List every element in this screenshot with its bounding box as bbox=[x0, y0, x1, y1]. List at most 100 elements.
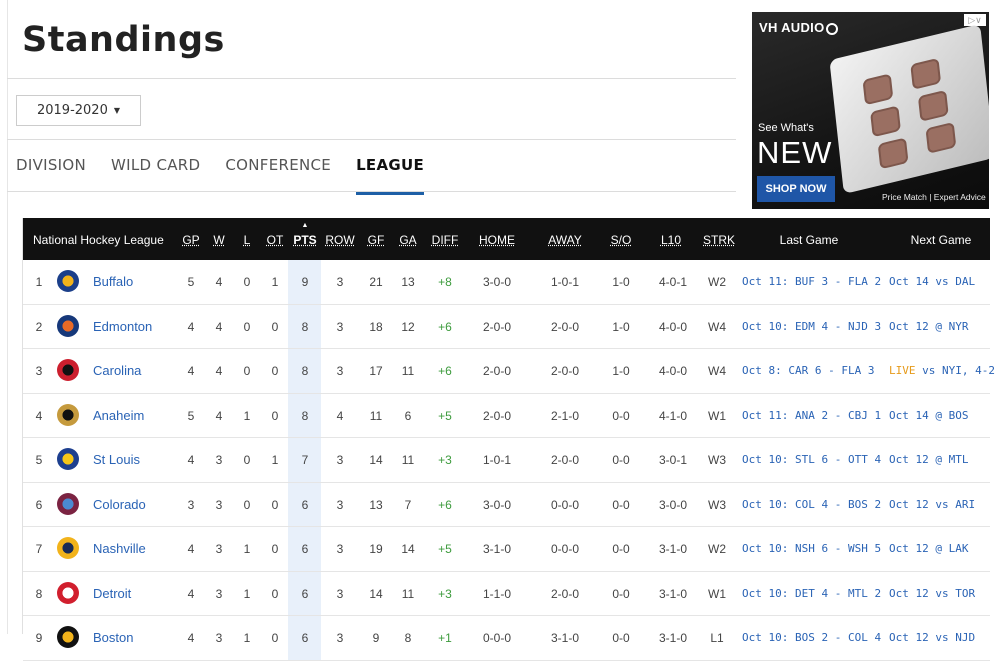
cell-l10: 4-1-0 bbox=[659, 408, 688, 423]
header-strk[interactable]: STRK bbox=[703, 233, 735, 247]
cell-pts: 6 bbox=[301, 586, 309, 601]
cell-row: 3 bbox=[336, 586, 344, 601]
table-row[interactable]: 5 St Louis 4 3 0 1 7 3 14 11 +3 1-0-1 2-0-0 0-0 3-0-1 W… bbox=[23, 438, 990, 483]
next-game-link[interactable]: Oct 12 vs TOR bbox=[889, 587, 975, 600]
next-game-link[interactable]: Oct 12 vs NJD bbox=[889, 631, 975, 644]
cell-w: 3 bbox=[215, 453, 223, 467]
header-gp[interactable]: GP bbox=[181, 233, 201, 247]
next-game-link[interactable]: Oct 14 vs DAL bbox=[889, 275, 975, 288]
table-row[interactable]: 8 Detroit 4 3 1 0 6 3 14 11 +3 1-1-0 2-0-0 0-0 3-1-0 W1… bbox=[23, 571, 990, 616]
cell-l10: 3-1-0 bbox=[659, 586, 688, 601]
header-so[interactable]: S/O bbox=[609, 233, 633, 247]
cell-ga: 6 bbox=[404, 408, 412, 423]
cell-diff: +5 bbox=[438, 408, 452, 423]
header-ot[interactable]: OT bbox=[265, 233, 285, 247]
cell-l10: 3-0-0 bbox=[659, 497, 688, 512]
shop-now-button[interactable]: SHOP NOW bbox=[757, 176, 835, 202]
cell-ot: 1 bbox=[271, 275, 279, 289]
cell-row: 3 bbox=[336, 497, 344, 512]
cell-l10: 4-0-0 bbox=[659, 364, 688, 378]
last-game-link[interactable]: Oct 10: STL 6 - OTT 4 bbox=[742, 453, 881, 466]
last-game-link[interactable]: Oct 10: BOS 2 - COL 4 bbox=[742, 631, 881, 644]
cell-so: 0-0 bbox=[612, 497, 630, 512]
header-l10[interactable]: L10 bbox=[659, 233, 683, 247]
cell-w: 3 bbox=[215, 497, 223, 512]
team-logo-icon bbox=[57, 492, 79, 515]
header-gf[interactable]: GF bbox=[366, 233, 386, 247]
table-row[interactable]: 2 Edmonton 4 4 0 0 8 3 18 12 +6 2-0-0 2-0-0 1-0 4-0-0 W… bbox=[23, 304, 990, 349]
header-ga[interactable]: GA bbox=[398, 233, 418, 247]
header-w[interactable]: W bbox=[211, 233, 227, 247]
cell-gp: 3 bbox=[187, 497, 195, 512]
ad-brand: VH AUDIO bbox=[759, 20, 839, 35]
header-row[interactable]: ROW bbox=[325, 233, 355, 247]
cell-ga: 11 bbox=[401, 586, 415, 601]
team-link[interactable]: St Louis bbox=[93, 452, 140, 467]
cell-ga: 8 bbox=[404, 631, 412, 645]
last-game-link[interactable]: Oct 8: CAR 6 - FLA 3 bbox=[742, 364, 874, 377]
cell-home: 1-0-1 bbox=[482, 453, 511, 467]
cell-so: 0-0 bbox=[612, 408, 630, 423]
cell-pts: 8 bbox=[301, 364, 309, 378]
cell-row: 3 bbox=[336, 275, 344, 289]
last-game-link[interactable]: Oct 11: ANA 2 - CBJ 1 bbox=[742, 409, 881, 422]
team-link[interactable]: Detroit bbox=[93, 586, 131, 601]
last-game-link[interactable]: Oct 10: COL 4 - BOS 2 bbox=[742, 498, 881, 511]
team-link[interactable]: Carolina bbox=[93, 363, 141, 378]
team-link[interactable]: Edmonton bbox=[93, 319, 152, 334]
table-row[interactable]: 4 Anaheim 5 4 1 0 8 4 11 6 +5 2-0-0 2-1-0 0-0 4-1-0 W1 O… bbox=[23, 393, 990, 438]
cell-l10: 3-1-0 bbox=[659, 542, 688, 556]
season-dropdown[interactable]: 2019-2020 ▼ bbox=[16, 95, 141, 126]
cell-diff: +6 bbox=[438, 364, 452, 378]
header-pts[interactable]: ▲ PTS bbox=[291, 222, 319, 247]
tab-wild-card[interactable]: WILD CARD bbox=[111, 150, 200, 192]
cell-so: 0-0 bbox=[612, 631, 630, 645]
page-title: Standings bbox=[22, 20, 225, 60]
table-row[interactable]: 9 Boston 4 3 1 0 6 3 9 8 +1 0-0-0 3-1-0 0-0 3-1-0 L1 Oct… bbox=[23, 616, 990, 661]
table-row[interactable]: 1 Buffalo 5 4 0 1 9 3 21 13 +8 3-0-0 1-0-1 1-0 4-0-1 W2… bbox=[23, 260, 990, 305]
last-game-link[interactable]: Oct 10: NSH 6 - WSH 5 bbox=[742, 542, 881, 555]
cell-diff: +1 bbox=[438, 631, 452, 645]
next-game-link[interactable]: Oct 12 @ NYR bbox=[889, 320, 968, 333]
team-link[interactable]: Buffalo bbox=[93, 274, 133, 289]
cell-home: 2-0-0 bbox=[482, 319, 511, 334]
table-header: National Hockey League GP W L OT ▲ PTS RO… bbox=[23, 218, 990, 260]
cell-ot: 0 bbox=[271, 542, 279, 556]
last-game-link[interactable]: Oct 10: DET 4 - MTL 2 bbox=[742, 587, 881, 600]
divider bbox=[7, 191, 736, 192]
cell-l: 0 bbox=[243, 275, 251, 289]
ad-choices-icon[interactable]: ▷∨ bbox=[964, 14, 986, 26]
cell-ga: 11 bbox=[401, 364, 415, 378]
team-link[interactable]: Anaheim bbox=[93, 408, 144, 423]
divider bbox=[7, 78, 736, 79]
header-away[interactable]: AWAY bbox=[547, 233, 583, 247]
header-home[interactable]: HOME bbox=[479, 233, 515, 247]
cell-so: 0-0 bbox=[612, 542, 630, 556]
team-link[interactable]: Colorado bbox=[93, 497, 146, 512]
cell-row: 3 bbox=[336, 319, 344, 334]
table-row[interactable]: 6 Colorado 3 3 0 0 6 3 13 7 +6 3-0-0 0-0-0 0-0 3-0-0 W3… bbox=[23, 482, 990, 527]
table-row[interactable]: 3 Carolina 4 4 0 0 8 3 17 11 +6 2-0-0 2-0-0 1-0 4-0-0 W… bbox=[23, 349, 995, 394]
cell-gf: 9 bbox=[372, 631, 380, 645]
next-game-link[interactable]: LIVE vs NYI, 4-2 bbox=[889, 364, 995, 377]
team-link[interactable]: Boston bbox=[93, 630, 133, 645]
divider bbox=[7, 139, 736, 140]
header-l[interactable]: L bbox=[241, 233, 253, 247]
header-diff[interactable]: DIFF bbox=[430, 233, 460, 247]
next-game-link[interactable]: Oct 12 @ MTL bbox=[889, 453, 968, 466]
cell-gp: 4 bbox=[187, 453, 195, 467]
advertisement[interactable]: ▷∨ VH AUDIO See What's NEW SHOP NOW Pric… bbox=[752, 12, 989, 209]
tab-league[interactable]: LEAGUE bbox=[356, 150, 425, 195]
next-game-link[interactable]: Oct 12 @ LAK bbox=[889, 542, 968, 555]
last-game-link[interactable]: Oct 10: EDM 4 - NJD 3 bbox=[742, 320, 881, 333]
table-row[interactable]: 7 Nashville 4 3 1 0 6 3 19 14 +5 3-1-0 0-0-0 0-0 3-1-0… bbox=[23, 527, 990, 572]
next-game-link[interactable]: Oct 14 @ BOS bbox=[889, 409, 968, 422]
next-game-link[interactable]: Oct 12 vs ARI bbox=[889, 498, 975, 511]
rank: 3 bbox=[35, 364, 43, 378]
ad-new: NEW bbox=[757, 135, 833, 170]
tab-conference[interactable]: CONFERENCE bbox=[225, 150, 331, 192]
last-game-link[interactable]: Oct 11: BUF 3 - FLA 2 bbox=[742, 275, 881, 288]
cell-ga: 7 bbox=[404, 497, 412, 512]
team-link[interactable]: Nashville bbox=[93, 541, 146, 556]
tab-division[interactable]: DIVISION bbox=[16, 150, 86, 192]
